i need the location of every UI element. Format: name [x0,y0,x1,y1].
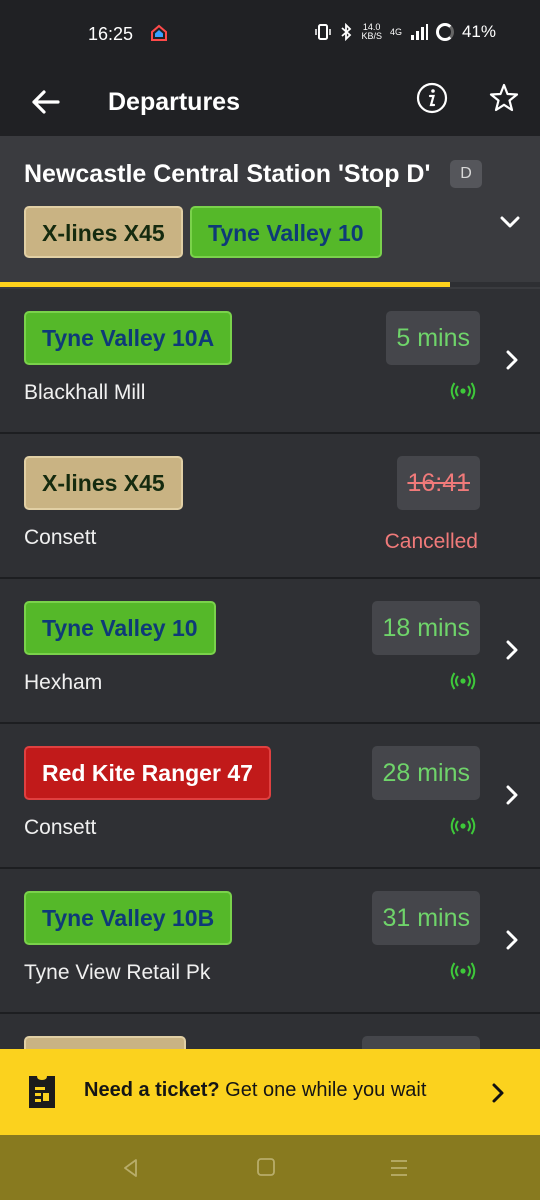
battery-icon [435,23,454,41]
star-icon[interactable] [486,80,522,116]
departure-row[interactable]: Tyne Valley 10B Tyne View Retail Pk 31 m… [0,869,540,1014]
destination: Hexham [24,671,103,694]
refresh-progress-fill [0,282,450,287]
net-speed: 14.0 KB/S [361,23,382,41]
chevron-right-icon[interactable] [500,780,524,810]
refresh-progress-bar [0,282,540,287]
back-arrow-icon[interactable] [26,82,66,122]
nav-home-icon[interactable] [256,1157,276,1177]
nav-back-icon[interactable] [120,1157,142,1179]
route-badge: X-lines X45 [24,456,183,510]
network-type: 4G [389,26,402,37]
destination: Blackhall Mill [24,381,146,404]
live-signal-icon [450,382,476,400]
route-filter-x45[interactable]: X-lines X45 [24,206,183,258]
bluetooth-icon [341,23,352,41]
departure-row[interactable]: Tyne Valley 10 Hexham 18 mins [0,579,540,724]
ticket-icon [29,1076,55,1108]
chevron-down-icon[interactable] [496,208,524,236]
due-time: 5 mins [386,311,480,365]
system-nav-bar [0,1135,540,1200]
chevron-right-icon[interactable] [486,1079,510,1107]
net-speed-unit: KB/S [361,31,382,41]
home-app-icon [151,24,167,41]
live-signal-icon [450,962,476,980]
departure-row[interactable]: Tyne Valley 10A Blackhall Mill 5 mins [0,289,540,434]
route-badge: Tyne Valley 10B [24,891,233,945]
ticket-message-text: Get one while you wait [219,1079,427,1101]
live-signal-icon [450,817,476,835]
signal-icon [410,24,428,40]
due-time: 18 mins [372,601,480,655]
vibrate-icon [315,24,332,40]
stop-header: Newcastle Central Station 'Stop D' D X-l… [0,136,540,289]
due-time: 28 mins [372,746,480,800]
status-time: 16:25 [88,24,134,44]
route-badge: Red Kite Ranger 47 [24,746,271,800]
nav-recent-icon[interactable] [388,1157,410,1179]
due-time: 31 mins [372,891,480,945]
info-icon[interactable] [414,80,450,116]
stop-name: Newcastle Central Station 'Stop D' [24,160,431,188]
stop-letter-badge: D [450,160,482,188]
destination: Tyne View Retail Pk [24,961,211,984]
chevron-right-icon[interactable] [500,635,524,665]
departures-list: Tyne Valley 10A Blackhall Mill 5 mins X-… [0,289,540,1159]
route-badge: Tyne Valley 10A [24,311,233,365]
live-signal-icon [450,672,476,690]
ticket-banner[interactable]: Need a ticket? Get one while you wait [0,1049,540,1135]
departure-row[interactable]: Red Kite Ranger 47 Consett 28 mins [0,724,540,869]
destination: Consett [24,526,97,549]
status-indicators: 14.0 KB/S 4G 41% [315,22,496,42]
chevron-right-icon[interactable] [500,925,524,955]
page-title: Departures [108,88,240,116]
chevron-right-icon[interactable] [500,345,524,375]
ticket-message: Need a ticket? Get one while you wait [84,1079,426,1102]
departure-row[interactable]: X-lines X45 Consett 16:41 Cancelled [0,434,540,579]
ticket-message-bold: Need a ticket? [84,1079,220,1101]
scheduled-time: 16:41 [397,456,480,510]
battery-percent: 41% [461,22,496,41]
cancelled-status: Cancelled [384,530,478,553]
status-bar: 16:25 14.0 KB/S 4G 41% [0,0,540,68]
destination: Consett [24,816,97,839]
route-badge: Tyne Valley 10 [24,601,216,655]
app-bar: Departures [0,68,540,136]
route-filter-tyne-valley-10[interactable]: Tyne Valley 10 [190,206,382,258]
